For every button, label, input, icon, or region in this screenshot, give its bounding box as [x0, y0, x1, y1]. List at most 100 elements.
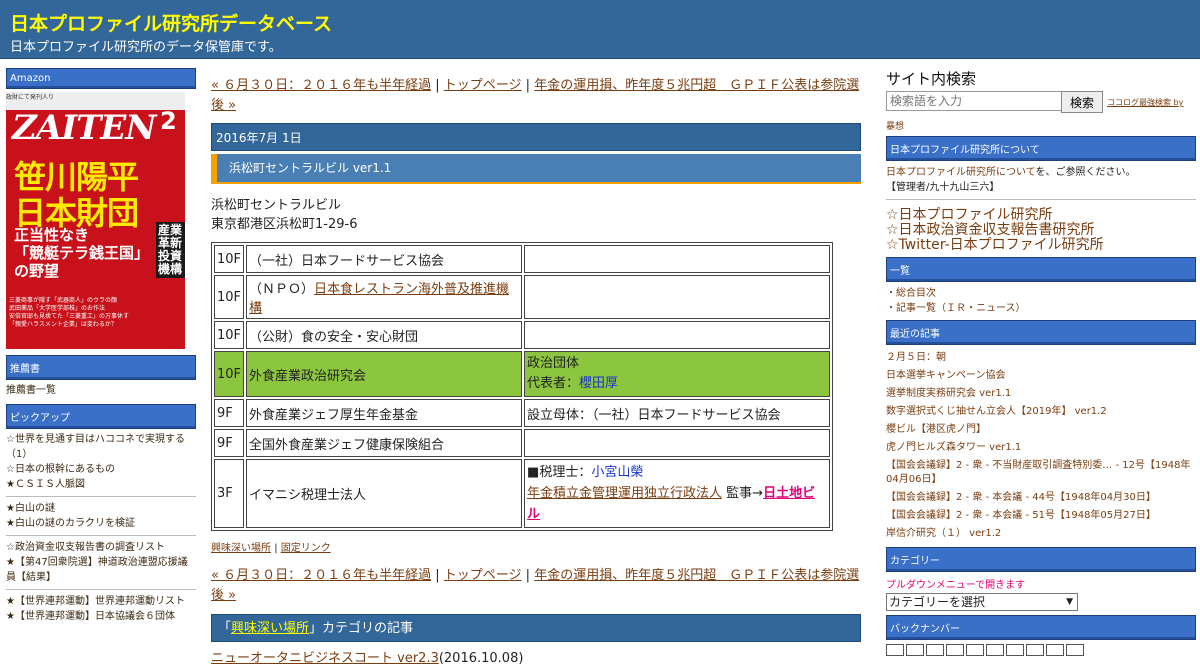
- book-brand: ZAITEN: [12, 108, 156, 148]
- floor-cell: 3F: [214, 459, 245, 528]
- pickup-link[interactable]: ★【世界連邦運動】世界連邦運動リスト: [6, 594, 196, 609]
- book-subline: 正当性なき 「競艇テラ銭王国」 の野望: [14, 226, 149, 280]
- search-provider-link[interactable]: ココログ最強検索 by: [1107, 97, 1183, 108]
- tenant-cell: 外食産業政治研究会: [246, 351, 523, 397]
- list-item: ニューオータニビジネスコート ver2.3(2016.10.08): [211, 647, 861, 666]
- book-subline-3: の野望: [14, 262, 60, 280]
- search-input[interactable]: [886, 91, 1064, 111]
- accountant-name: 小宮山榮: [591, 465, 644, 480]
- recent-heading: 最近の記事: [886, 320, 1196, 345]
- category-select-value: カテゴリーを選択: [889, 595, 986, 609]
- recent-article-link[interactable]: 数字選択式くじ抽せん立会人【2019年】 ver1.2: [886, 403, 1196, 421]
- pickup-link[interactable]: ☆世界を見通す目はハココネで実現する（1）: [6, 432, 196, 462]
- nav-separator: |: [525, 78, 531, 93]
- category-articles-heading: 「興味深い場所」カテゴリの記事: [211, 614, 861, 642]
- pickup-link[interactable]: ★白山の謎のカラクリを検証: [6, 516, 196, 531]
- book-fine-1: 三菱商事が隠す「武器商人」のウラの顔: [9, 297, 118, 304]
- top-page-link[interactable]: トップページ: [444, 568, 522, 583]
- search-title: サイト内検索: [886, 70, 977, 88]
- detail-type: 政治団体: [527, 356, 580, 371]
- calendar-cell[interactable]: [906, 644, 924, 656]
- about-link[interactable]: 日本プロファイル研究所について: [886, 167, 1036, 178]
- divider: [6, 496, 196, 497]
- book-fine-4: 「親愛ハラスメント企業」は変わるか？: [9, 321, 117, 328]
- recent-article-link[interactable]: 【国会会議録】2 - 衆 - 不当財産取引調査特別委… - 12号【1948年0…: [886, 459, 1196, 487]
- index-link[interactable]: ・総合目次: [886, 286, 1196, 301]
- list-heading: 一覧: [886, 257, 1196, 282]
- article-link[interactable]: ニューオータニビジネスコート ver2.3: [211, 651, 439, 666]
- pickup-link[interactable]: ☆政治資金収支報告書の調査リスト: [6, 540, 196, 555]
- index-links: ・総合目次 ・記事一覧（ＩＲ・ニュース）: [886, 286, 1196, 316]
- recent-article-link[interactable]: 櫻ビル【港区虎ノ門】: [886, 421, 1196, 439]
- tenant-cell: 全国外食産業ジェフ健康保険組合: [246, 429, 523, 457]
- index-link[interactable]: ・記事一覧（ＩＲ・ニュース）: [886, 301, 1196, 316]
- prev-entry-link[interactable]: « ６月３０日：２０１６年も半年経過: [211, 568, 431, 583]
- detail-representative: 代表者：櫻田厚: [527, 374, 827, 394]
- featured-link[interactable]: ☆日本プロファイル研究所: [886, 208, 1196, 223]
- tenant-cell: （公財）食の安全・安心財団: [246, 321, 523, 349]
- recent-article-link[interactable]: 【国会会議録】2 - 衆 - 本会議 - 44号【1948年04月30日】: [886, 489, 1196, 507]
- tenant-cell: 外食産業ジェフ厚生年金基金: [246, 399, 523, 427]
- recent-article-link[interactable]: 日本選挙キャンペーン協会: [886, 367, 1196, 385]
- book-fine-2: 武田薬品「大学医学部株」のお作法: [9, 305, 106, 312]
- search-provider-suffix: 暴想: [886, 122, 905, 132]
- book-subline-1: 正当性なき: [14, 226, 90, 244]
- tenant-cell: （一社）日本フードサービス協会: [246, 245, 523, 273]
- tenant-cell: イマニシ税理士法人: [246, 459, 523, 528]
- table-row: 9F 外食産業ジェフ厚生年金基金 設立母体：（一社）日本フードサービス協会: [214, 399, 831, 427]
- entry-title: 浜松町セントラルビル ver1.1: [211, 154, 861, 184]
- calendar-cell[interactable]: [1006, 644, 1024, 656]
- calendar-cell[interactable]: [1026, 644, 1044, 656]
- pickup-link[interactable]: ★白山の謎: [6, 501, 196, 516]
- prev-entry-link[interactable]: « ６月３０日：２０１６年も半年経過: [211, 78, 431, 93]
- entry-nav-bottom: « ６月３０日：２０１６年も半年経過 | トップページ | 年金の運用損、昨年度…: [211, 566, 861, 606]
- recent-article-link[interactable]: 岸信介研究（１） ver1.2: [886, 525, 1196, 543]
- tenant-table: 10F （一社）日本フードサービス協会 10F （ＮＰＯ）日本食レストラン海外普…: [211, 242, 834, 531]
- recent-article-link[interactable]: 【国会会議録】2 - 衆 - 本会議 - 51号【1948年05月27日】: [886, 507, 1196, 525]
- calendar-cell[interactable]: [986, 644, 1004, 656]
- detail-cell: [524, 245, 831, 273]
- category-heading-link[interactable]: 興味深い場所: [231, 621, 309, 636]
- about-suffix: を、ご参照ください。: [1035, 167, 1136, 178]
- calendar-cell[interactable]: [886, 644, 904, 656]
- pickup-link[interactable]: ★【第47回衆院選】神道政治連盟応援議員【結果】: [6, 555, 196, 585]
- floor-cell: 10F: [214, 321, 245, 349]
- category-select[interactable]: カテゴリーを選択 ▼: [886, 593, 1078, 611]
- category-link[interactable]: 興味深い場所: [211, 543, 271, 554]
- recent-article-link[interactable]: ２月５日：朝: [886, 349, 1196, 367]
- calendar-cell[interactable]: [1046, 644, 1064, 656]
- detail-tax-accountant: ■税理士：小宮山榮: [527, 462, 827, 483]
- search-button[interactable]: 検索: [1061, 91, 1103, 113]
- permalink[interactable]: 固定リンク: [281, 543, 331, 554]
- cat-bar-open: 「: [218, 621, 232, 636]
- recent-article-link[interactable]: 虎ノ門ヒルズ森タワー ver1.1: [886, 439, 1196, 457]
- table-row: 10F （ＮＰＯ）日本食レストラン海外普及推進機構: [214, 275, 831, 319]
- table-row: 3F イマニシ税理士法人 ■税理士：小宮山榮 年金積立金管理運用独立行政法人 監…: [214, 459, 831, 528]
- article-date: (2016.10.08): [438, 651, 524, 666]
- pickup-link[interactable]: ☆日本の根幹にあるもの: [6, 462, 196, 477]
- main-content: « ６月３０日：２０１６年も半年経過 | トップページ | 年金の運用損、昨年度…: [211, 76, 861, 666]
- tenant-cell: （ＮＰＯ）日本食レストラン海外普及推進機構: [246, 275, 523, 319]
- featured-link[interactable]: ☆Twitter-日本プロファイル研究所: [886, 238, 1196, 253]
- floor-cell: 9F: [214, 429, 245, 457]
- detail-cell: [524, 275, 831, 319]
- pickup-heading: ピックアップ: [6, 404, 196, 429]
- book-cover-image[interactable]: 政財にて発刊人り ZAITEN 2 笹川陽平 日本財団 正当性なき 「競艇テラ銭…: [6, 92, 185, 349]
- chevron-down-icon: ▼: [1066, 597, 1073, 607]
- pickup-group-1: ☆世界を見通す目はハココネで実現する（1） ☆日本の根幹にあるもの ★ＣＳＩＳ人…: [6, 432, 196, 492]
- calendar-cell[interactable]: [966, 644, 984, 656]
- floor-cell: 10F: [214, 245, 245, 273]
- tenant-prefix: （ＮＰＯ）: [249, 282, 315, 297]
- calendar-cell[interactable]: [1066, 644, 1084, 656]
- recommend-list-link[interactable]: 推薦書一覧: [6, 383, 196, 398]
- calendar-cell[interactable]: [946, 644, 964, 656]
- gpif-link[interactable]: 年金積立金管理運用独立行政法人: [527, 486, 722, 501]
- calendar-cell[interactable]: [926, 644, 944, 656]
- detail-label: ■税理士：: [527, 465, 592, 480]
- top-page-link[interactable]: トップページ: [444, 78, 522, 93]
- recent-article-link[interactable]: 選挙制度実務研究会 ver1.1: [886, 385, 1196, 403]
- pickup-link[interactable]: ★【世界連邦運動】日本協議会６団体: [6, 609, 196, 624]
- site-title-link[interactable]: 日本プロファイル研究所データベース: [10, 9, 332, 36]
- pickup-link[interactable]: ★ＣＳＩＳ人脈図: [6, 477, 196, 492]
- featured-link[interactable]: ☆日本政治資金収支報告書研究所: [886, 223, 1196, 238]
